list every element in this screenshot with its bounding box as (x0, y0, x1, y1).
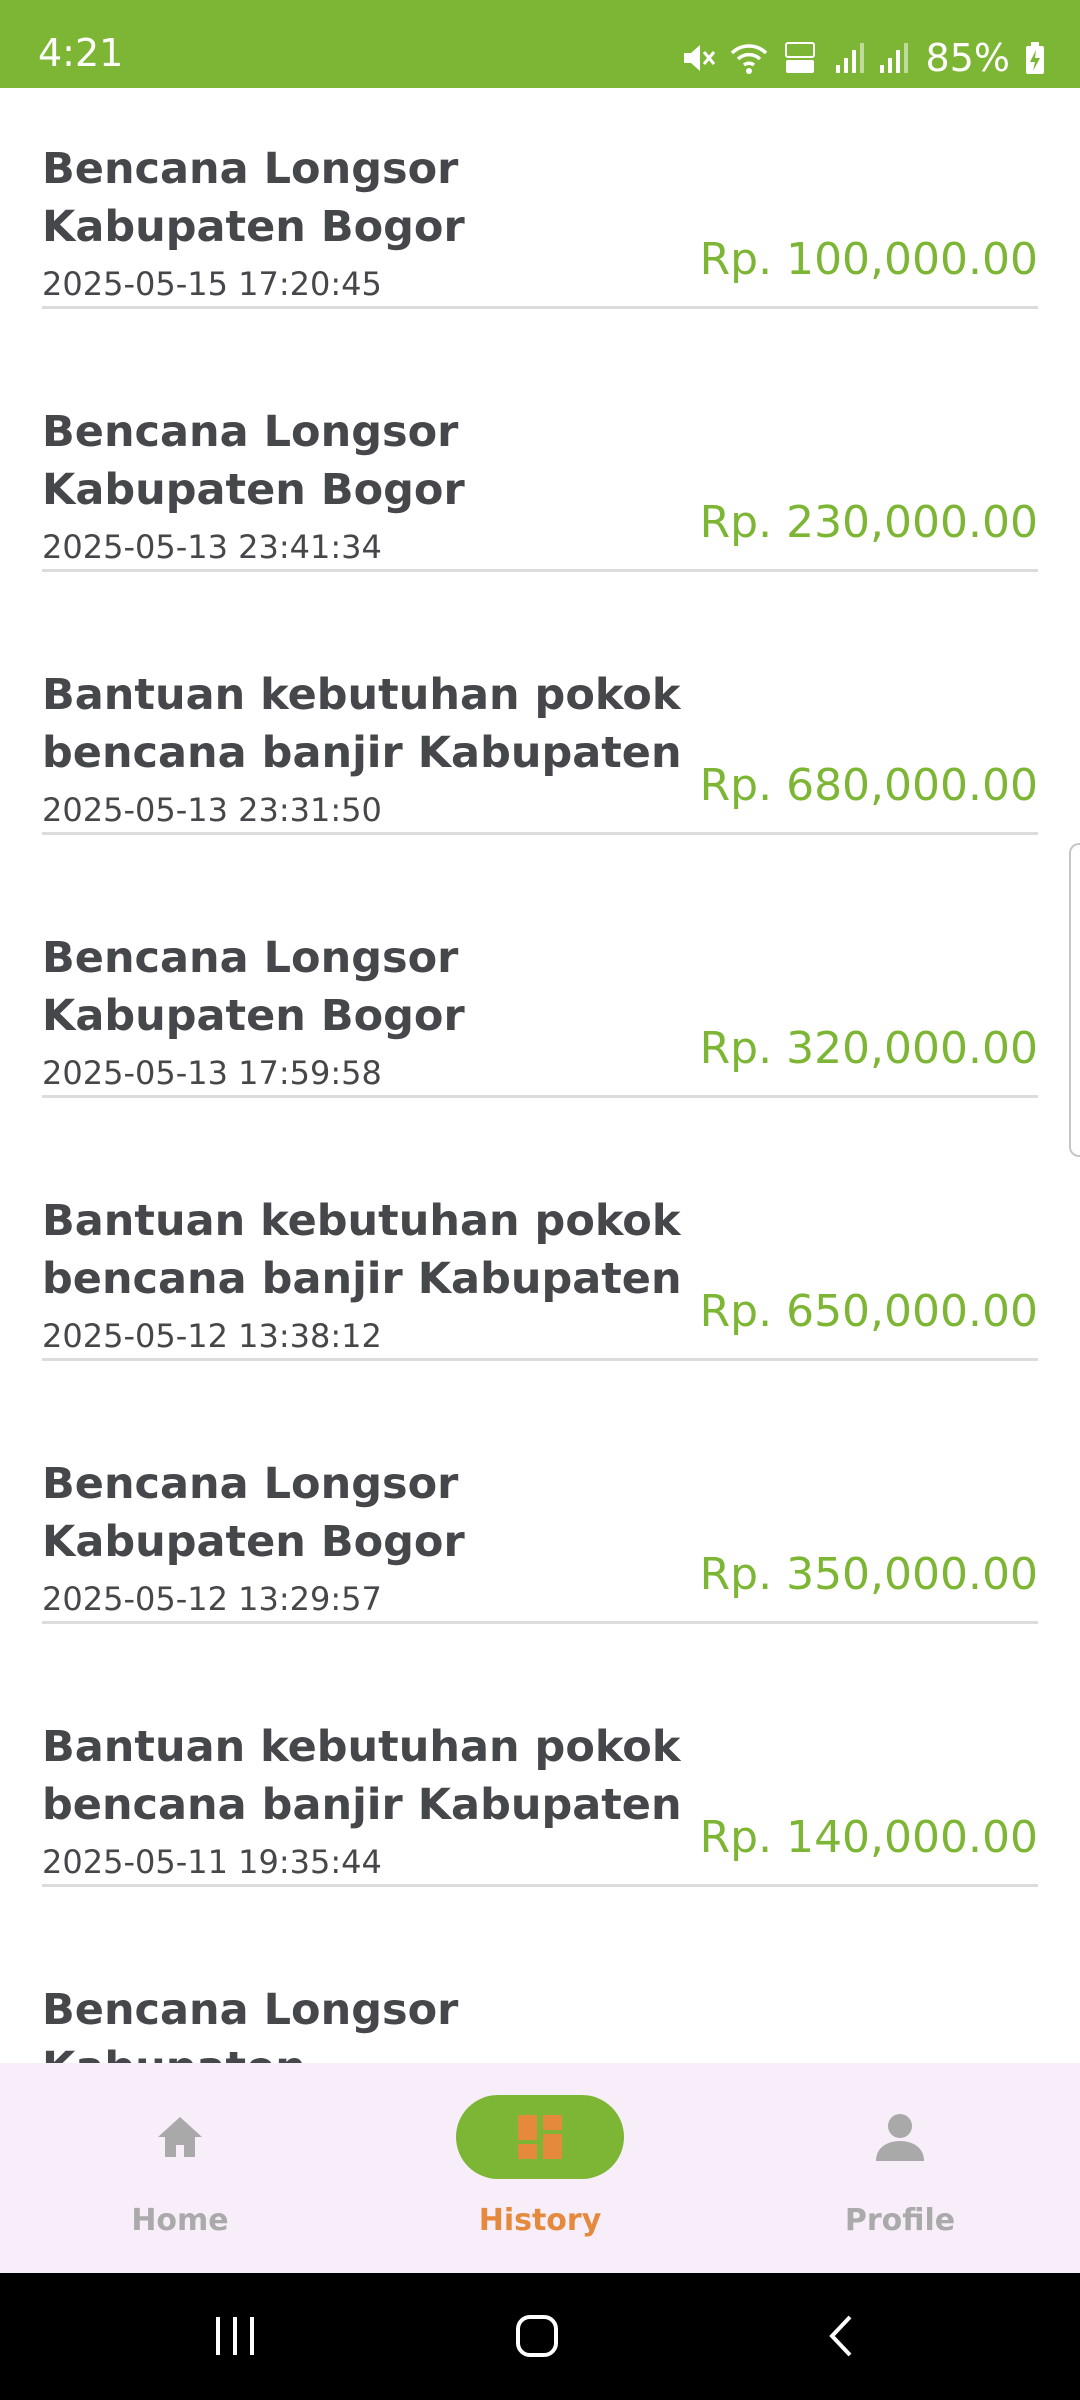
transaction-amount: Rp. 650,000.00 (699, 1286, 1038, 1337)
nav-item-history[interactable]: History (360, 2063, 720, 2273)
row-divider (42, 1095, 1038, 1098)
status-bar: 4:21 85% (0, 0, 1080, 88)
wifi-icon (730, 44, 767, 74)
recent-apps-icon[interactable] (212, 2311, 258, 2361)
transaction-title: Bencana Longsor Kabupaten Bogor (42, 407, 465, 515)
transaction-row[interactable]: Bencana Longsor Kabupaten Bogor (42, 1929, 462, 2063)
row-divider (42, 1884, 1038, 1887)
transaction-row[interactable]: Bantuan kebutuhan pokok bencana banjir K… (42, 614, 1038, 877)
home-button-icon[interactable] (512, 2311, 562, 2361)
transaction-amount: Rp. 140,000.00 (699, 1812, 1038, 1863)
transaction-amount: Rp. 230,000.00 (699, 497, 1038, 548)
transaction-date: 2025-05-13 23:31:50 (42, 791, 382, 829)
signal-icon (879, 43, 908, 73)
row-divider (42, 1621, 1038, 1624)
transaction-date: 2025-05-11 19:35:44 (42, 1843, 382, 1881)
transaction-row[interactable]: Bencana Longsor Kabupaten Bogor 2025-05-… (42, 88, 1038, 351)
transaction-row[interactable]: Bantuan kebutuhan pokok bencana banjir K… (42, 1666, 1038, 1929)
transaction-date: 2025-05-12 13:38:12 (42, 1317, 382, 1355)
nav-label-history: History (478, 2203, 602, 2238)
transaction-row[interactable]: Bencana Longsor Kabupaten Bogor 2025-05-… (42, 877, 1038, 1140)
transaction-title: Bencana Longsor Kabupaten Bogor (42, 1459, 465, 1567)
bottom-navigation: Home History Profile (0, 2063, 1080, 2273)
signal-icon (835, 43, 864, 73)
transaction-title: Bencana Longsor Kabupaten Bogor (42, 933, 465, 1041)
battery-charging-icon (1026, 42, 1044, 74)
transaction-title: Bantuan kebutuhan pokok bencana banjir K… (42, 670, 682, 778)
transaction-title: Bantuan kebutuhan pokok bencana banjir K… (42, 1196, 682, 1304)
transaction-title: Bencana Longsor Kabupaten Bogor (42, 144, 465, 252)
back-icon[interactable] (822, 2311, 862, 2361)
nav-label-profile: Profile (844, 2203, 956, 2238)
nav-label-home: Home (131, 2203, 229, 2238)
row-divider (42, 569, 1038, 572)
transaction-amount: Rp. 680,000.00 (699, 760, 1038, 811)
battery-percentage: 85% (925, 36, 1010, 80)
transaction-title: Bantuan kebutuhan pokok bencana banjir K… (42, 1722, 682, 1830)
transaction-date: 2025-05-15 17:20:45 (42, 265, 382, 303)
scroll-handle[interactable] (1069, 843, 1080, 1157)
nav-item-home[interactable]: Home (0, 2063, 360, 2273)
row-divider (42, 832, 1038, 835)
status-time: 4:21 (38, 31, 124, 75)
mute-icon (683, 45, 715, 71)
transaction-date: 2025-05-13 23:41:34 (42, 528, 382, 566)
transaction-row[interactable]: Bencana Longsor Kabupaten Bogor 2025-05-… (42, 1403, 1038, 1666)
row-divider (42, 306, 1038, 309)
transaction-date: 2025-05-12 13:29:57 (42, 1580, 382, 1618)
transaction-amount: Rp. 350,000.00 (699, 1549, 1038, 1600)
transaction-amount: Rp. 320,000.00 (699, 1023, 1038, 1074)
volte-icon (784, 42, 815, 73)
transaction-amount: Rp. 100,000.00 (699, 234, 1038, 285)
transaction-history-list[interactable]: Bencana Longsor Kabupaten Bogor 2025-05-… (0, 88, 1080, 2063)
system-navigation-bar (0, 2273, 1080, 2400)
row-divider (42, 1358, 1038, 1361)
transaction-row[interactable]: Bencana Longsor Kabupaten Bogor 2025-05-… (42, 351, 1038, 614)
home-icon (158, 2117, 202, 2157)
transaction-row[interactable]: Bantuan kebutuhan pokok bencana banjir K… (42, 1140, 1038, 1403)
transaction-date: 2025-05-13 17:59:58 (42, 1054, 382, 1092)
status-icons: 85% (680, 38, 1046, 78)
transaction-title: Bencana Longsor Kabupaten Bogor (42, 1985, 459, 2063)
nav-item-profile[interactable]: Profile (720, 2063, 1080, 2273)
dashboard-icon (518, 2115, 562, 2159)
person-icon (876, 2114, 924, 2161)
